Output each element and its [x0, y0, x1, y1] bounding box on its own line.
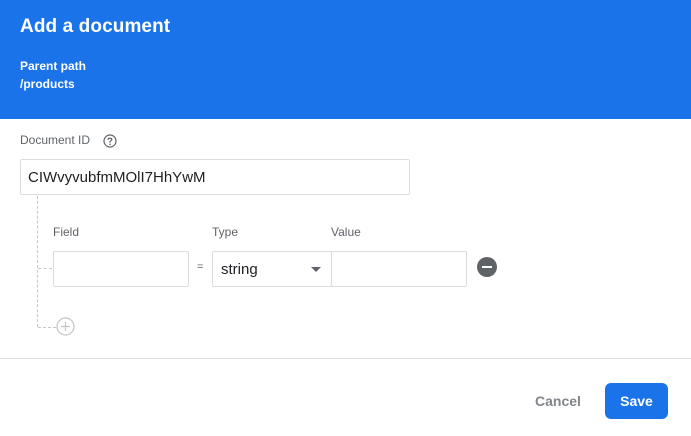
save-button[interactable]: Save	[605, 383, 668, 419]
parent-path-value: /products	[20, 77, 75, 91]
document-id-label: Document ID	[20, 133, 91, 147]
parent-path-label: Parent path	[20, 59, 87, 73]
dialog-title: Add a document	[20, 16, 171, 37]
tree-connector-branch	[38, 268, 52, 269]
cancel-button[interactable]: Cancel	[525, 383, 591, 419]
value-label: Value	[331, 225, 361, 239]
footer-divider	[0, 358, 691, 359]
chevron-down-icon	[311, 267, 321, 272]
document-id-input[interactable]	[20, 159, 410, 195]
add-field-button[interactable]	[56, 317, 75, 336]
type-label: Type	[212, 225, 239, 239]
tree-connector-line	[37, 196, 38, 327]
dialog-header: Add a document Parent path /products	[0, 0, 691, 119]
type-select-value: string	[221, 261, 258, 278]
field-label: Field	[53, 225, 80, 239]
remove-field-button[interactable]	[477, 257, 497, 277]
help-circle-icon[interactable]	[103, 134, 117, 148]
field-name-input[interactable]	[53, 251, 189, 287]
field-value-input[interactable]	[331, 251, 467, 287]
tree-connector-branch-add	[38, 327, 56, 328]
equals-sign: =	[197, 261, 204, 273]
type-select[interactable]: string	[212, 251, 332, 287]
